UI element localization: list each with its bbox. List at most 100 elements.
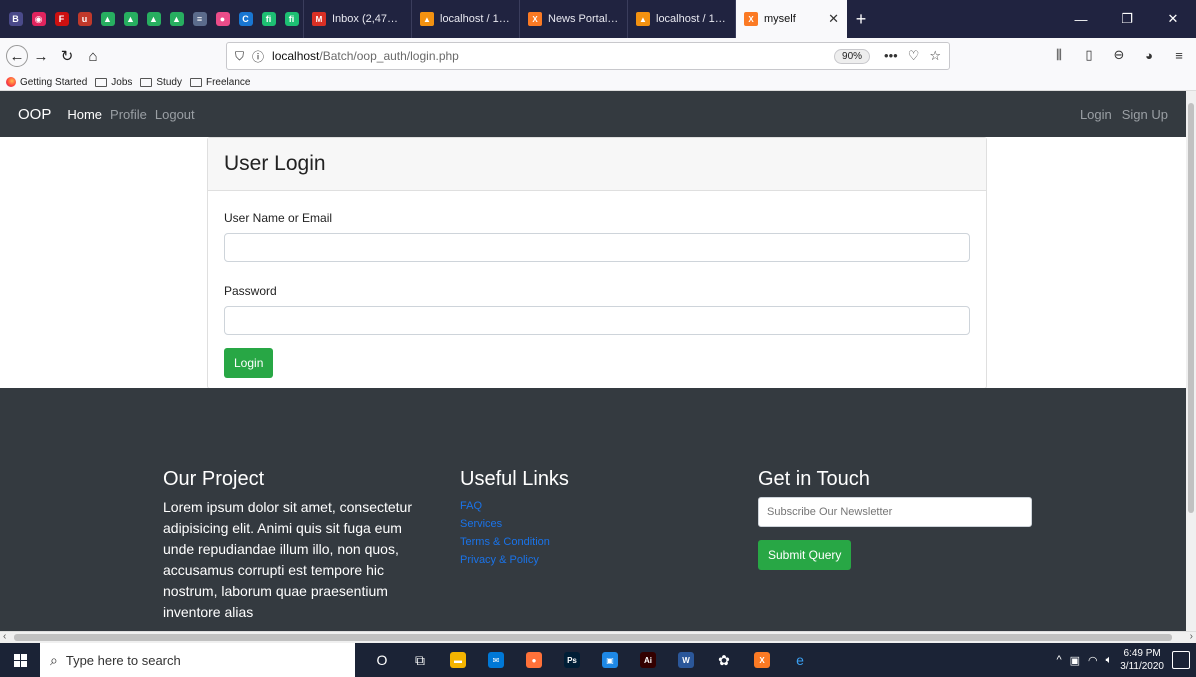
footer-link-privacy[interactable]: Privacy & Policy <box>460 554 539 566</box>
minimize-button[interactable]: — <box>1058 0 1104 38</box>
settings-icon: ✿ <box>718 651 730 668</box>
password-input[interactable] <box>224 306 970 335</box>
pinned-tab[interactable]: ▲ <box>142 0 165 38</box>
taskbar-search[interactable]: ⌕ Type here to search <box>40 643 355 677</box>
shield-icon[interactable]: ⛉ <box>235 49 244 64</box>
zoom-level[interactable]: 90% <box>834 48 871 64</box>
taskbar-app[interactable]: ● <box>515 643 553 677</box>
volume-icon[interactable]: 🔈︎ <box>1106 654 1113 667</box>
sidebar-icon[interactable]: ▯ <box>1076 42 1102 68</box>
username-input[interactable] <box>224 233 970 262</box>
home-button[interactable]: ⌂ <box>80 43 106 69</box>
site-brand[interactable]: OOP <box>18 106 51 123</box>
page-actions-icon[interactable]: ••• <box>884 48 898 64</box>
tab-active[interactable]: Xmyself ✕ <box>735 0 847 38</box>
nav-profile[interactable]: Profile <box>110 107 147 122</box>
tab[interactable]: ▲ localhost / 127. <box>627 0 735 38</box>
nav-home[interactable]: Home <box>67 107 102 122</box>
footer-link-terms[interactable]: Terms & Condition <box>460 536 550 548</box>
browser-toolbar: ← → ↻ ⌂ ⛉ ⓘ localhost/Batch/oop_auth/log… <box>0 38 1196 74</box>
pocket-icon[interactable]: ♡ <box>908 48 920 64</box>
tab[interactable]: X News Portal | C <box>519 0 627 38</box>
pinned-tab[interactable]: ≡ <box>188 0 211 38</box>
pinned-tab[interactable]: F <box>50 0 73 38</box>
footer-links-title: Useful Links <box>460 468 569 490</box>
maximize-button[interactable]: ❐ <box>1104 0 1150 38</box>
scroll-right-icon[interactable]: › <box>1190 631 1193 642</box>
chevron-up-icon[interactable]: ^ <box>1056 654 1061 666</box>
submit-query-button[interactable]: Submit Query <box>758 540 852 570</box>
vertical-scrollbar[interactable] <box>1186 91 1196 631</box>
extension-icon[interactable]: ◕ <box>1136 42 1162 68</box>
taskbar-app[interactable]: ▣ <box>591 643 629 677</box>
pinned-tab[interactable]: fi <box>280 0 303 38</box>
library-icon[interactable]: ⫼ <box>1046 42 1072 68</box>
taskbar-app[interactable]: ✿ <box>705 643 743 677</box>
phpmyadmin-icon: ▲ <box>636 12 650 26</box>
firefox-icon <box>6 77 16 87</box>
horizontal-scroll-thumb[interactable] <box>14 634 1172 641</box>
taskbar-app[interactable]: Ps <box>553 643 591 677</box>
site-navbar: OOP Home Profile Logout Login Sign Up <box>0 91 1186 137</box>
nav-logout[interactable]: Logout <box>155 107 195 122</box>
newsletter-input[interactable] <box>758 497 1032 527</box>
menu-icon[interactable]: ≡ <box>1166 42 1192 68</box>
clock[interactable]: 6:49 PM 3/11/2020 <box>1120 647 1164 673</box>
taskbar-app[interactable]: Ai <box>629 643 667 677</box>
address-bar[interactable]: ⛉ ⓘ localhost/Batch/oop_auth/login.php 9… <box>226 42 950 70</box>
horizontal-scrollbar[interactable]: ‹ › <box>0 631 1196 643</box>
bookmark-jobs[interactable]: Jobs <box>95 77 132 88</box>
password-label: Password <box>224 284 277 298</box>
bookmark-star-icon[interactable]: ☆ <box>929 48 941 64</box>
reload-button[interactable]: ↻ <box>54 43 80 69</box>
new-tab-button[interactable]: + <box>847 0 875 38</box>
tab-title: Inbox (2,474) - <box>332 13 403 25</box>
bookmark-study[interactable]: Study <box>140 77 182 88</box>
task-view-icon: ⧉ <box>415 651 425 668</box>
tab[interactable]: M Inbox (2,474) - <box>303 0 411 38</box>
window-controls: — ❐ ✕ <box>1058 0 1196 38</box>
notification-icon[interactable] <box>1172 651 1190 669</box>
taskbar-app[interactable]: ▬ <box>439 643 477 677</box>
pinned-tab[interactable]: fi <box>257 0 280 38</box>
footer-link-faq[interactable]: FAQ <box>460 500 482 512</box>
nav-login[interactable]: Login <box>1080 107 1112 122</box>
drive-icon: ▲ <box>169 12 184 26</box>
pinned-tabs: B ◉ Fu ▲ ▲ ▲ ▲ ≡ ● Cfi fi <box>0 0 303 38</box>
bookmark-getting-started[interactable]: Getting Started <box>6 77 87 88</box>
vertical-scroll-thumb[interactable] <box>1188 103 1194 513</box>
tab[interactable]: ▲ localhost / 127. <box>411 0 519 38</box>
start-button[interactable] <box>0 653 40 667</box>
pinned-tab[interactable]: ▲ <box>165 0 188 38</box>
pinned-tab[interactable]: ● <box>211 0 234 38</box>
footer-link-services[interactable]: Services <box>460 518 502 530</box>
network-icon[interactable]: ▣ <box>1070 654 1080 667</box>
tab-title: localhost / 127. <box>440 13 511 25</box>
pinned-tab[interactable]: ▲ <box>96 0 119 38</box>
firefox-icon: ● <box>526 652 542 668</box>
account-icon[interactable]: ⊖ <box>1106 42 1132 68</box>
taskbar-app[interactable]: W <box>667 643 705 677</box>
app-icon: ▣ <box>602 652 618 668</box>
taskbar-app[interactable]: X <box>743 643 781 677</box>
close-tab-icon[interactable]: ✕ <box>828 11 839 27</box>
pinned-tab[interactable]: ◉ <box>27 0 50 38</box>
taskbar-app[interactable]: ⧉ <box>401 643 439 677</box>
wifi-icon[interactable]: ◠ <box>1088 654 1098 667</box>
info-icon[interactable]: ⓘ <box>252 48 264 65</box>
close-window-button[interactable]: ✕ <box>1150 0 1196 38</box>
taskbar-app[interactable]: ✉ <box>477 643 515 677</box>
scroll-left-icon[interactable]: ‹ <box>3 631 6 642</box>
forward-button[interactable]: → <box>28 43 54 69</box>
taskbar-app[interactable]: e <box>781 643 819 677</box>
pinned-tab[interactable]: ▲ <box>119 0 142 38</box>
bookmark-freelance[interactable]: Freelance <box>189 77 250 88</box>
back-button[interactable]: ← <box>6 45 28 67</box>
taskbar-app[interactable]: O <box>363 643 401 677</box>
tab-title: myself <box>764 13 796 25</box>
nav-sign-up[interactable]: Sign Up <box>1122 107 1168 122</box>
pinned-tab[interactable]: B <box>4 0 27 38</box>
pinned-tab[interactable]: C <box>234 0 257 38</box>
login-button[interactable]: Login <box>224 348 274 378</box>
pinned-tab[interactable]: u <box>73 0 96 38</box>
